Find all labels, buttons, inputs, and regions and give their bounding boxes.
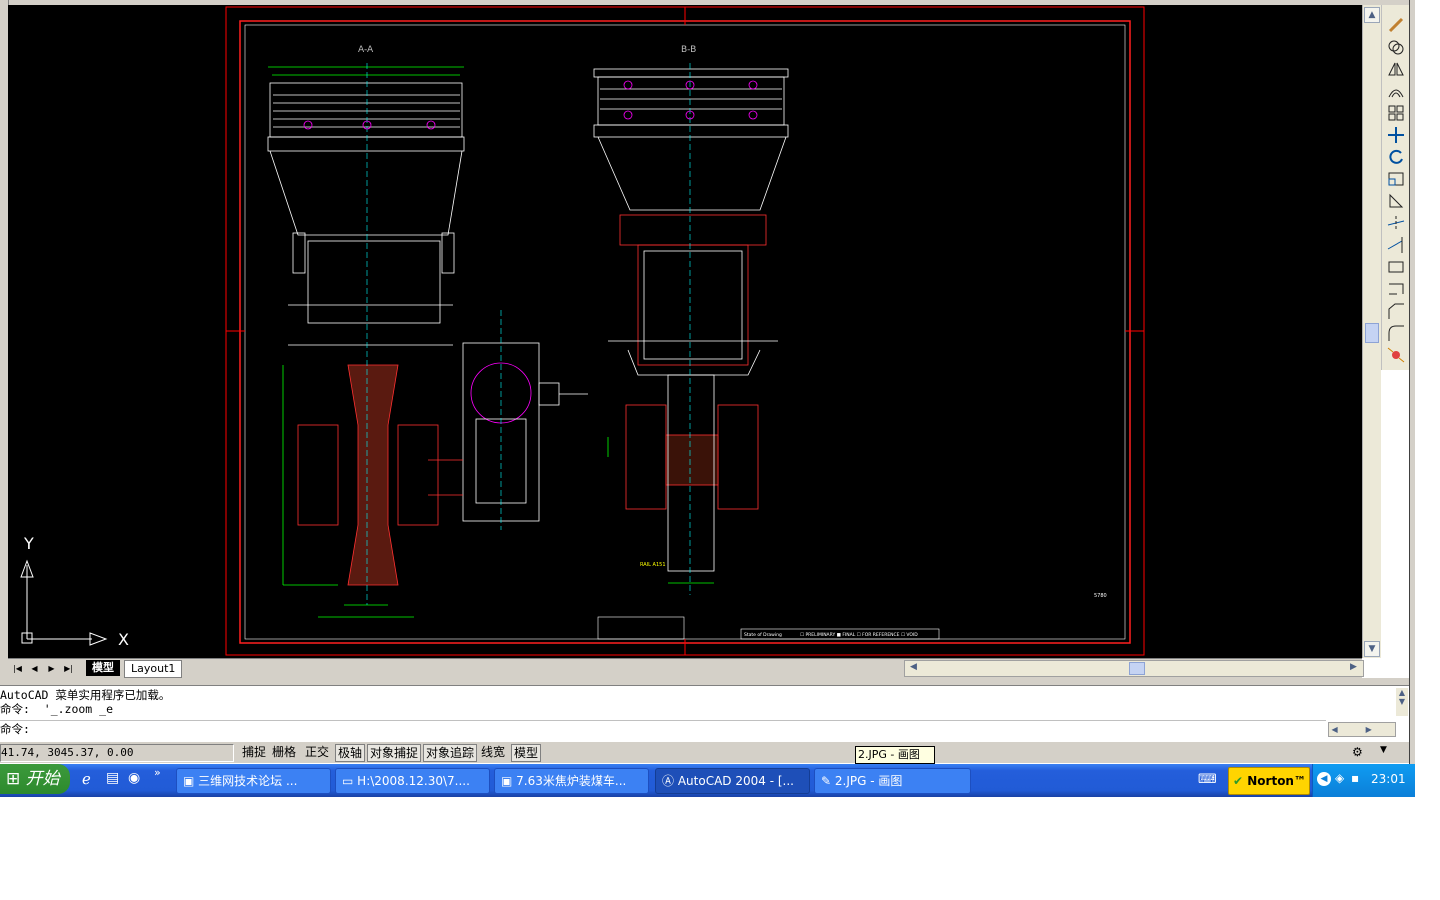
command-history-line-2: 命令: '_.zoom _e [0, 702, 114, 716]
ucs-x-label: X [118, 630, 129, 649]
offset-icon[interactable] [1385, 81, 1407, 101]
taskbar-tooltip: 2.JPG - 画图 [855, 746, 935, 764]
osnap-toggle[interactable]: 对象捕捉 [367, 744, 422, 762]
erase-icon[interactable] [1385, 15, 1407, 35]
window-right-border [1409, 0, 1415, 797]
copy-icon[interactable] [1385, 37, 1407, 57]
system-tray: ◀ ◈ ▪ 23:01 [1312, 764, 1415, 797]
title-block-logo [597, 616, 685, 640]
command-hscroll[interactable]: ◀ ▶ [1328, 722, 1396, 737]
view-b-b [593, 63, 789, 595]
last-tab-button[interactable]: ▶| [61, 662, 76, 675]
network-icon[interactable]: ◈ [1335, 771, 1344, 785]
drawing-state-label: State of Drawing [744, 632, 782, 638]
hscroll-thumb[interactable] [1129, 662, 1145, 675]
explode-icon[interactable] [1385, 345, 1407, 365]
snap-toggle[interactable]: 捕捉 [240, 744, 268, 760]
task-autocad[interactable]: Ⓐ AutoCAD 2004 - [... [655, 768, 810, 794]
desktop-quicklaunch-icon[interactable]: ▤ [106, 770, 119, 786]
quicklaunch-more-icon[interactable]: » [154, 766, 161, 779]
stretch-icon[interactable] [1385, 191, 1407, 211]
drawing-canvas[interactable]: A-A B-B RAIL A151 State of Drawing ☐ PRE… [8, 5, 1362, 658]
drawing-svg: A-A B-B RAIL A151 State of Drawing ☐ PRE… [20, 6, 1145, 656]
norton-tray-button[interactable]: ✔ Norton™ [1228, 767, 1310, 795]
command-input[interactable]: 命令: [0, 720, 1326, 737]
ucs-icon [20, 559, 108, 646]
task-forum-label: 三维网技术论坛 ... [198, 774, 298, 788]
start-button[interactable]: ⊞ 开始 [0, 764, 70, 794]
splitter[interactable] [0, 678, 1409, 685]
view-a-a [267, 63, 588, 618]
coordinates-display[interactable]: 41.74, 3045.37, 0.00 [0, 744, 234, 762]
tray-settings-icon[interactable]: ⚙ [1352, 745, 1372, 759]
ucs-y-label: Y [23, 534, 34, 553]
rotate-icon[interactable] [1385, 147, 1407, 167]
task-word-label: 7.63米焦炉装煤车... [516, 774, 627, 788]
monitor-icon[interactable]: ▪ [1351, 771, 1359, 785]
mirror-icon[interactable] [1385, 59, 1407, 79]
otrack-toggle[interactable]: 对象追踪 [423, 744, 478, 762]
grid-toggle[interactable]: 栅格 [270, 744, 298, 760]
move-icon[interactable] [1385, 125, 1407, 145]
horizontal-scrollbar[interactable]: ◀ ▶ [904, 660, 1364, 677]
tab-layout1[interactable]: Layout1 [124, 660, 183, 678]
next-tab-button[interactable]: ▶ [44, 662, 59, 675]
ie-quicklaunch-icon[interactable]: ℯ [82, 770, 91, 788]
status-bar: 41.74, 3045.37, 0.00 捕捉 栅格 正交 极轴 对象捕捉 对象… [0, 741, 1409, 763]
command-history-line-1: AutoCAD 菜单实用程序已加载。 [0, 688, 171, 702]
task-paint[interactable]: ✎ 2.JPG - 画图 [814, 768, 971, 794]
prev-tab-button[interactable]: ◀ [27, 662, 42, 675]
media-quicklaunch-icon[interactable]: ◉ [128, 770, 140, 786]
modify-toolbar[interactable] [1381, 5, 1410, 370]
ortho-toggle[interactable]: 正交 [303, 744, 331, 760]
autocad-icon: Ⓐ [662, 774, 675, 788]
keyboard-icon[interactable]: ⌨ [1198, 772, 1217, 787]
clock: 23:01 [1371, 772, 1406, 786]
scale-icon[interactable] [1385, 169, 1407, 189]
command-prompt: 命令: [0, 722, 30, 736]
tray-expand-icon[interactable]: ◀ [1317, 772, 1331, 786]
scale-note: 5780 [1094, 593, 1107, 599]
command-window[interactable]: AutoCAD 菜单实用程序已加载。 命令: '_.zoom _e 命令: ▲ ▼… [0, 685, 1409, 742]
break-icon[interactable] [1385, 257, 1407, 277]
chamfer-icon[interactable] [1385, 301, 1407, 321]
status-menu-chevron-icon[interactable]: ▼ [1380, 745, 1390, 759]
command-scrollbar[interactable]: ▲ ▼ [1396, 688, 1408, 716]
folder-icon: ▭ [342, 774, 354, 788]
scroll-up-button[interactable]: ▲ [1364, 7, 1380, 23]
fillet-icon[interactable] [1385, 323, 1407, 343]
trim-icon[interactable] [1385, 213, 1407, 233]
scroll-thumb[interactable] [1365, 323, 1379, 343]
task-paint-label: 2.JPG - 画图 [834, 774, 903, 788]
check-icon: ✔ [1233, 774, 1244, 788]
paint-icon: ✎ [821, 774, 832, 788]
section-a-label: A-A [358, 45, 374, 55]
tab-model[interactable]: 模型 [86, 660, 120, 676]
windows-logo-icon: ⊞ [6, 769, 21, 789]
task-folder[interactable]: ▭ H:\2008.12.30\7.... [335, 768, 490, 794]
lineweight-toggle[interactable]: 线宽 [479, 744, 507, 760]
break-at-point-icon[interactable] [1385, 279, 1407, 299]
document-icon: ▣ [501, 774, 513, 788]
rail-label: RAIL A151 [640, 562, 666, 568]
scroll-right-button[interactable]: ▶ [1347, 661, 1360, 674]
first-tab-button[interactable]: |◀ [10, 662, 25, 675]
section-b-label: B-B [681, 45, 696, 55]
array-icon[interactable] [1385, 103, 1407, 123]
extend-icon[interactable] [1385, 235, 1407, 255]
scroll-left-button[interactable]: ◀ [907, 661, 920, 674]
start-label: 开始 [25, 769, 60, 789]
document-icon: ▣ [183, 774, 195, 788]
task-autocad-label: AutoCAD 2004 - [... [677, 774, 794, 788]
task-word[interactable]: ▣ 7.63米焦炉装煤车... [494, 768, 649, 794]
vertical-scrollbar[interactable]: ▲ ▼ [1362, 5, 1381, 658]
scroll-down-button[interactable]: ▼ [1364, 641, 1380, 657]
model-toggle[interactable]: 模型 [511, 744, 542, 762]
norton-label: Norton™ [1247, 774, 1306, 788]
polar-toggle[interactable]: 极轴 [335, 744, 366, 762]
task-forum[interactable]: ▣ 三维网技术论坛 ... [176, 768, 331, 794]
task-folder-label: H:\2008.12.30\7.... [357, 774, 470, 788]
drawing-state-options: ☐ PRELIMINARY ■ FINAL ☐ FOR REFERENCE ☐ … [800, 632, 918, 638]
